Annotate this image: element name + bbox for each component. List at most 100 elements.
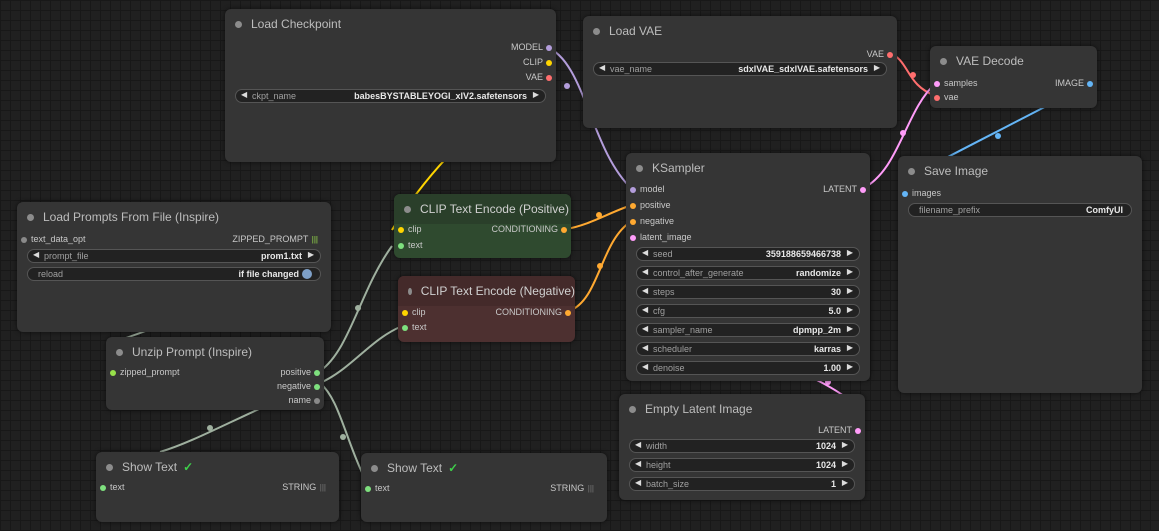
output-negative[interactable]: negative <box>240 380 320 394</box>
output-name[interactable]: name <box>240 394 320 408</box>
triangle-right-icon[interactable]: ▶ <box>533 90 539 99</box>
output-positive[interactable]: positive <box>240 366 320 380</box>
slot-dot-icon[interactable] <box>100 485 106 491</box>
input-model[interactable]: model <box>630 183 730 197</box>
input-text-data-opt[interactable]: text_data_opt <box>21 233 141 247</box>
slot-dot-icon[interactable] <box>565 310 571 316</box>
node-unzip-prompt[interactable]: Unzip Prompt (Inspire) zipped_prompt pos… <box>106 337 324 410</box>
input-vae[interactable]: vae <box>934 91 1014 105</box>
input-text[interactable]: text <box>398 239 458 253</box>
slot-dot-icon[interactable] <box>561 227 567 233</box>
input-text[interactable]: text <box>100 481 160 495</box>
node-load-vae[interactable]: Load VAE VAE ◀ vae_name sdxlVAE_sdxlVAE.… <box>583 16 897 128</box>
output-image[interactable]: IMAGE <box>1023 77 1093 91</box>
input-clip[interactable]: clip <box>398 223 458 237</box>
steps-number[interactable]: ◀ steps 30 ▶ <box>636 285 860 299</box>
seed-number[interactable]: ◀ seed 359188659466738 ▶ <box>636 247 860 261</box>
slot-dot-icon[interactable] <box>402 310 408 316</box>
node-title[interactable]: Load VAE <box>583 16 897 46</box>
input-text[interactable]: text <box>402 321 462 335</box>
node-title[interactable]: Show Text ✓ <box>96 452 339 482</box>
ckpt-name-combo[interactable]: ◀ ckpt_name babesBYSTABLEYOGI_xlV2.safet… <box>235 89 546 103</box>
toggle-icon[interactable] <box>302 269 312 279</box>
denoise-number[interactable]: ◀ denoise 1.00 ▶ <box>636 361 860 375</box>
slot-dot-icon[interactable] <box>630 203 636 209</box>
slot-dot-icon[interactable] <box>902 191 908 197</box>
width-number[interactable]: ◀ width 1024 ▶ <box>629 439 855 453</box>
triangle-left-icon[interactable]: ◀ <box>33 250 39 259</box>
output-string[interactable]: STRING ||| <box>523 482 603 496</box>
node-save-image[interactable]: Save Image images filename_prefix ComfyU… <box>898 156 1142 393</box>
slot-dot-icon[interactable] <box>546 60 552 66</box>
input-images[interactable]: images <box>902 187 982 201</box>
node-graph-canvas[interactable]: Load Checkpoint MODEL CLIP VAE ◀ ckpt_na… <box>0 0 1159 531</box>
triangle-right-icon[interactable]: ▶ <box>308 250 314 259</box>
output-vae[interactable]: VAE <box>432 71 552 85</box>
slot-dot-icon[interactable] <box>21 237 27 243</box>
slot-dot-icon[interactable] <box>630 187 636 193</box>
triangle-right-icon[interactable]: ▶ <box>842 478 848 487</box>
node-load-prompts-from-file[interactable]: Load Prompts From File (Inspire) text_da… <box>17 202 331 332</box>
triangle-right-icon[interactable]: ▶ <box>847 324 853 333</box>
triangle-right-icon[interactable]: ▶ <box>842 440 848 449</box>
output-latent[interactable]: LATENT <box>781 424 861 438</box>
slot-dot-icon[interactable] <box>860 187 866 193</box>
triangle-right-icon[interactable]: ▶ <box>874 63 880 72</box>
node-title[interactable]: CLIP Text Encode (Positive) <box>394 194 571 224</box>
node-vae-decode[interactable]: VAE Decode samples vae IMAGE <box>930 46 1097 108</box>
triangle-left-icon[interactable]: ◀ <box>635 478 641 487</box>
node-load-checkpoint[interactable]: Load Checkpoint MODEL CLIP VAE ◀ ckpt_na… <box>225 9 556 162</box>
scheduler-combo[interactable]: ◀ scheduler karras ▶ <box>636 342 860 356</box>
triangle-left-icon[interactable]: ◀ <box>241 90 247 99</box>
node-title[interactable]: Save Image <box>898 156 1142 186</box>
node-title[interactable]: Load Checkpoint <box>225 9 556 39</box>
triangle-left-icon[interactable]: ◀ <box>642 305 648 314</box>
filename-prefix-field[interactable]: filename_prefix ComfyUI <box>908 203 1132 217</box>
triangle-right-icon[interactable]: ▶ <box>847 343 853 352</box>
triangle-right-icon[interactable]: ▶ <box>847 305 853 314</box>
height-number[interactable]: ◀ height 1024 ▶ <box>629 458 855 472</box>
vae-name-combo[interactable]: ◀ vae_name sdxlVAE_sdxlVAE.safetensors ▶ <box>593 62 887 76</box>
triangle-left-icon[interactable]: ◀ <box>635 440 641 449</box>
triangle-left-icon[interactable]: ◀ <box>642 362 648 371</box>
slot-dot-icon[interactable] <box>934 95 940 101</box>
triangle-left-icon[interactable]: ◀ <box>642 324 648 333</box>
slot-dot-icon[interactable] <box>887 52 893 58</box>
slot-dot-icon[interactable] <box>630 235 636 241</box>
output-model[interactable]: MODEL <box>432 41 552 55</box>
prompt-file-combo[interactable]: ◀ prompt_file prom1.txt ▶ <box>27 249 321 263</box>
input-latent-image[interactable]: latent_image <box>630 231 730 245</box>
node-title[interactable]: CLIP Text Encode (Negative) <box>398 276 575 306</box>
output-conditioning[interactable]: CONDITIONING <box>461 306 571 320</box>
input-text[interactable]: text <box>365 482 425 496</box>
batch-size-number[interactable]: ◀ batch_size 1 ▶ <box>629 477 855 491</box>
reload-toggle[interactable]: reload if file changed <box>27 267 321 281</box>
slot-dot-icon[interactable] <box>398 243 404 249</box>
slot-dot-icon[interactable] <box>546 45 552 51</box>
input-zipped-prompt[interactable]: zipped_prompt <box>110 366 210 380</box>
slot-dot-icon[interactable] <box>855 428 861 434</box>
triangle-left-icon[interactable]: ◀ <box>642 267 648 276</box>
node-show-text-1[interactable]: Show Text ✓ text STRING ||| <box>96 452 339 522</box>
slot-dot-icon[interactable] <box>398 227 404 233</box>
node-clip-text-encode-negative[interactable]: CLIP Text Encode (Negative) clip text CO… <box>398 276 575 342</box>
output-string[interactable]: STRING ||| <box>255 481 335 495</box>
node-ksampler[interactable]: KSampler model positive negative latent_… <box>626 153 870 381</box>
node-title[interactable]: Show Text ✓ <box>361 453 607 483</box>
input-clip[interactable]: clip <box>402 306 462 320</box>
node-clip-text-encode-positive[interactable]: CLIP Text Encode (Positive) clip text CO… <box>394 194 571 258</box>
control-after-generate-combo[interactable]: ◀ control_after_generate randomize ▶ <box>636 266 860 280</box>
triangle-left-icon[interactable]: ◀ <box>642 248 648 257</box>
cfg-number[interactable]: ◀ cfg 5.0 ▶ <box>636 304 860 318</box>
output-zipped-prompt[interactable]: ZIPPED_PROMPT ||| <box>187 233 327 247</box>
node-title[interactable]: Empty Latent Image <box>619 394 865 424</box>
output-vae[interactable]: VAE <box>773 48 893 62</box>
node-title[interactable]: Unzip Prompt (Inspire) <box>106 337 324 367</box>
slot-dot-icon[interactable] <box>934 81 940 87</box>
output-clip[interactable]: CLIP <box>432 56 552 70</box>
slot-dot-icon[interactable] <box>546 75 552 81</box>
triangle-right-icon[interactable]: ▶ <box>847 286 853 295</box>
slot-dot-icon[interactable] <box>314 398 320 404</box>
slot-dot-icon[interactable] <box>365 486 371 492</box>
triangle-left-icon[interactable]: ◀ <box>599 63 605 72</box>
